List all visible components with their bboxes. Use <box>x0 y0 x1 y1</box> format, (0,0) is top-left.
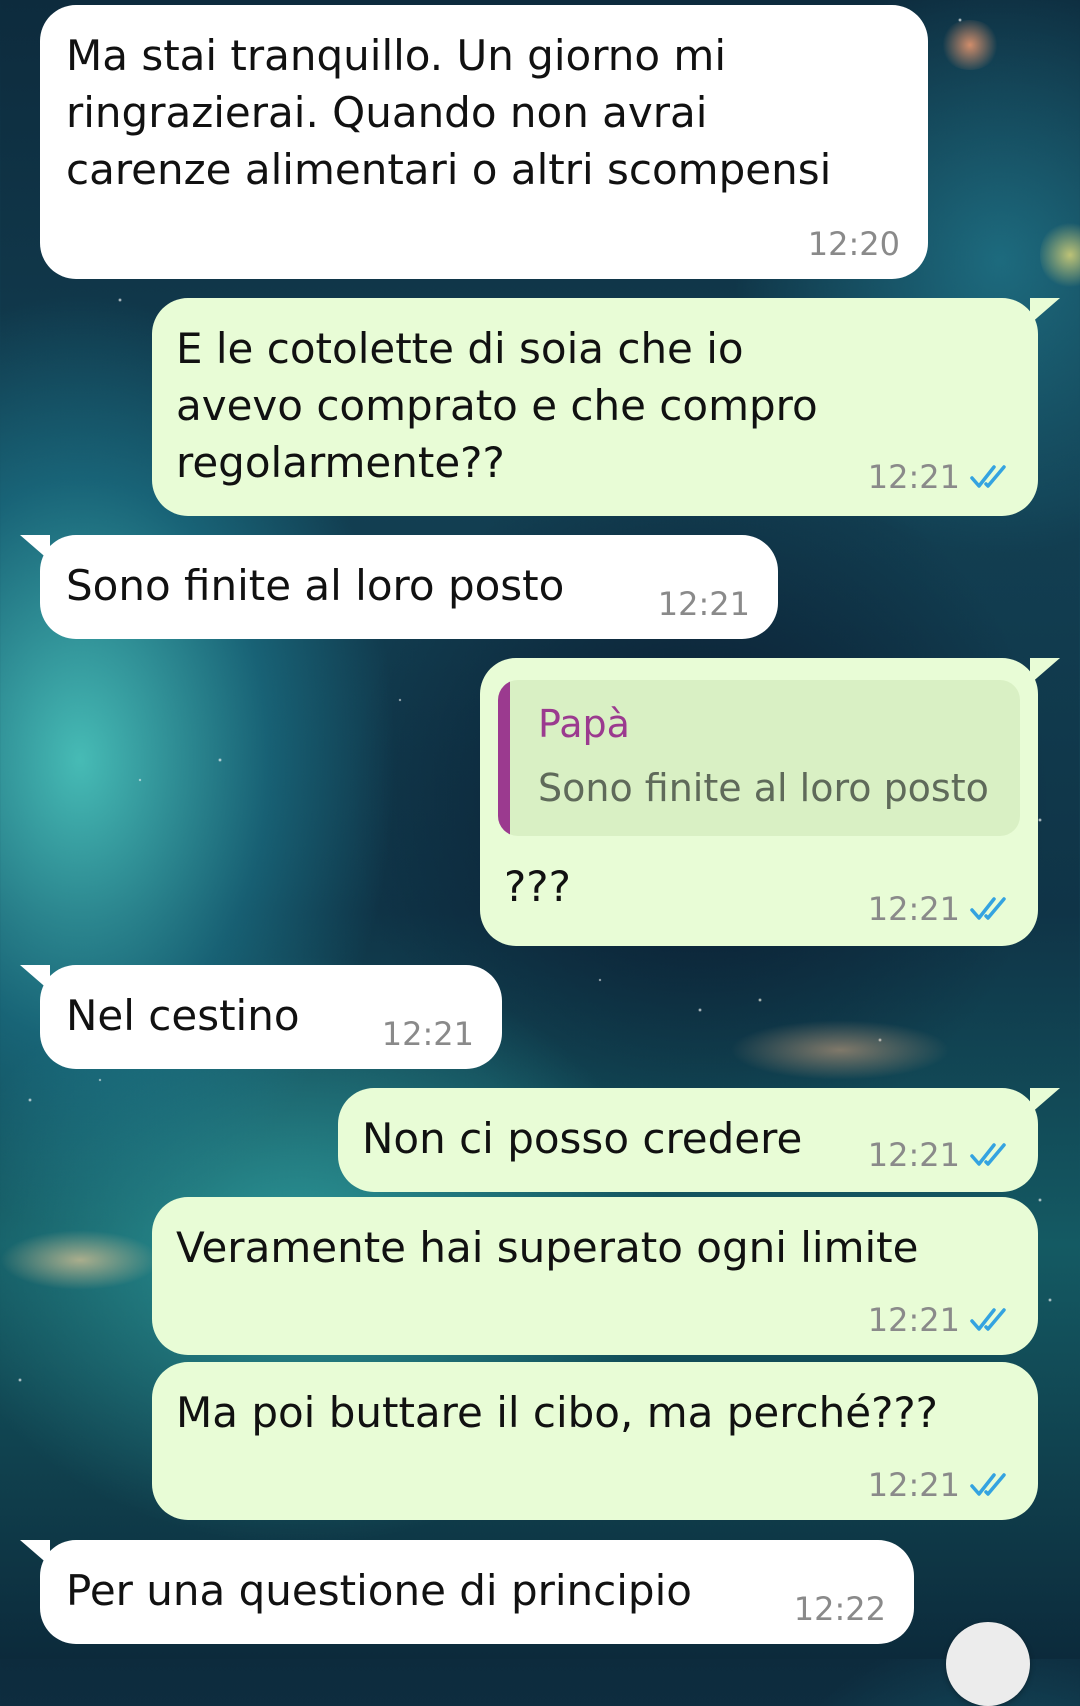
background-nebula <box>0 1230 160 1290</box>
message-bubble-incoming[interactable]: Nel cestino 12:21 <box>20 965 502 1069</box>
message-time: 12:21 <box>381 1015 474 1053</box>
background-nebula <box>1040 220 1080 290</box>
message-time: 12:21 <box>867 890 960 928</box>
background-nebula <box>730 1020 950 1080</box>
double-check-icon <box>970 1473 1006 1496</box>
message-bubble-outgoing[interactable]: Papà Sono finite al loro posto ??? 12:21 <box>480 658 1060 946</box>
message-meta: 12:21 <box>868 458 1014 496</box>
message-meta: 12:21 <box>868 1466 1014 1504</box>
message-text: Veramente hai superato ogni limite <box>176 1223 919 1272</box>
quote-author: Papà <box>538 702 630 746</box>
quoted-message[interactable]: Papà Sono finite al loro posto <box>498 680 1020 836</box>
message-meta: 12:21 <box>658 585 750 623</box>
background-nebula <box>940 20 1000 70</box>
message-text: Nel cestino <box>66 991 300 1040</box>
message-time: 12:20 <box>807 225 900 263</box>
double-check-icon <box>970 897 1006 920</box>
message-meta: 12:21 <box>868 890 1014 928</box>
message-text: ??? <box>504 862 571 911</box>
message-meta: 12:21 <box>382 1015 474 1053</box>
message-meta: 12:21 <box>868 1301 1014 1339</box>
message-bubble-outgoing[interactable]: E le cotolette di soia che io avevo comp… <box>152 298 1060 516</box>
message-text: Per una questione di principio <box>66 1566 692 1615</box>
message-time: 12:21 <box>867 458 960 496</box>
message-bubble-outgoing[interactable]: Non ci posso credere 12:21 <box>338 1088 1060 1192</box>
message-text: E le cotolette di soia che io avevo comp… <box>176 324 818 487</box>
quote-text: Sono finite al loro posto <box>538 766 989 810</box>
message-text: Ma poi buttare il cibo, ma perché??? <box>176 1388 938 1437</box>
message-bubble-outgoing[interactable]: Ma poi buttare il cibo, ma perché??? 12:… <box>152 1362 1038 1520</box>
message-bubble-outgoing[interactable]: Veramente hai superato ogni limite 12:21 <box>152 1197 1038 1355</box>
message-time: 12:21 <box>867 1301 960 1339</box>
message-text: Sono finite al loro posto <box>66 561 565 610</box>
scroll-to-bottom-button[interactable] <box>946 1622 1030 1706</box>
double-check-icon <box>970 465 1006 488</box>
message-time: 12:21 <box>657 585 750 623</box>
message-bubble-incoming[interactable]: Sono finite al loro posto 12:21 <box>20 535 778 639</box>
message-meta: 12:22 <box>794 1590 886 1628</box>
message-meta: 12:21 <box>868 1136 1014 1174</box>
message-text: Ma stai tranquillo. Un giorno mi ringraz… <box>66 31 832 194</box>
double-check-icon <box>970 1308 1006 1331</box>
message-time: 12:21 <box>867 1136 960 1174</box>
double-check-icon <box>970 1143 1006 1166</box>
message-meta: 12:20 <box>808 225 900 263</box>
quote-accent-bar <box>498 680 510 836</box>
message-bubble-incoming[interactable]: Ma stai tranquillo. Un giorno mi ringraz… <box>40 5 928 279</box>
message-text: Non ci posso credere <box>362 1114 803 1163</box>
message-time: 12:21 <box>867 1466 960 1504</box>
message-bubble-incoming[interactable]: Per una questione di principio 12:22 <box>20 1540 914 1644</box>
message-time: 12:22 <box>793 1590 886 1628</box>
